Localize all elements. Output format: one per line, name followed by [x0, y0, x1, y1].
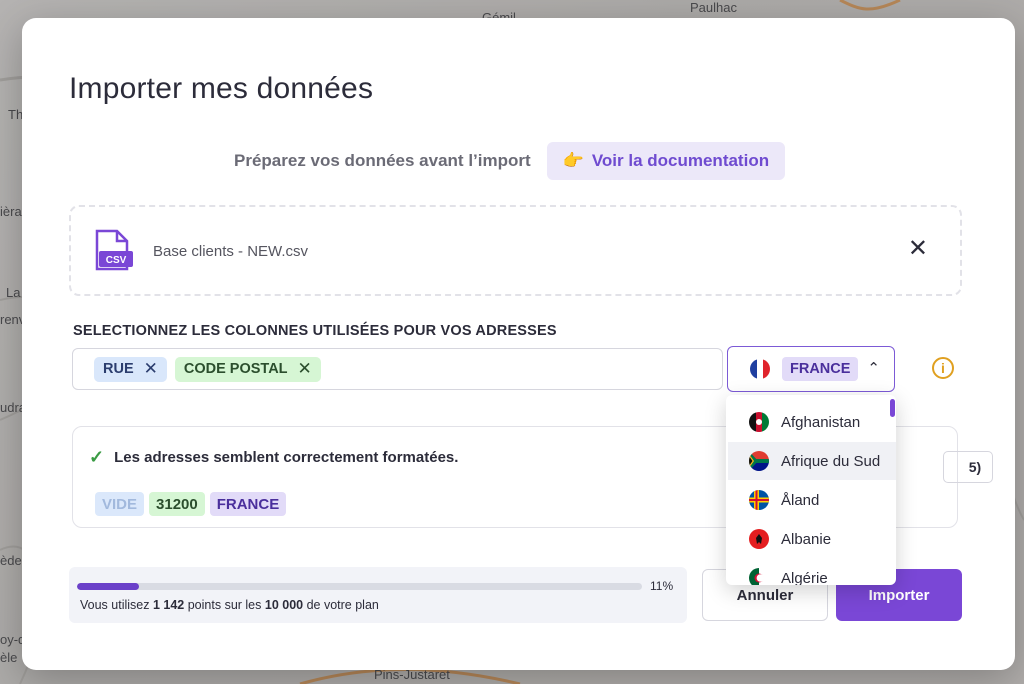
- csv-file-icon: CSV: [93, 229, 133, 278]
- remove-file-close-icon[interactable]: ✕: [908, 237, 928, 261]
- file-name: Base clients - NEW.csv: [153, 243, 309, 260]
- preparation-row: Préparez vos données avant l’import 👉 Vo…: [234, 142, 786, 180]
- info-icon[interactable]: i: [932, 357, 954, 379]
- country-option-label: Algérie: [781, 569, 828, 586]
- column-tag-code-postal: CODE POSTAL ✕: [174, 356, 321, 382]
- columns-section-label: SELECTIONNEZ LES COLONNES UTILISÉES POUR…: [73, 323, 557, 339]
- column-tag-label: RUE: [103, 361, 134, 377]
- albania-flag-icon: [749, 529, 769, 549]
- afghanistan-flag-icon: [749, 412, 769, 432]
- aland-flag-icon: [749, 490, 769, 510]
- usage-progress-bar: [77, 583, 642, 590]
- validation-message-row: ✓ Les adresses semblent correctement for…: [89, 447, 458, 468]
- usage-used-points: 1 142: [152, 598, 185, 612]
- algeria-flag-icon: [749, 568, 769, 585]
- country-option-afghanistan[interactable]: Afghanistan: [728, 403, 896, 441]
- column-tag-rue: RUE ✕: [94, 356, 167, 382]
- documentation-button[interactable]: 👉 Voir la documentation: [546, 142, 786, 180]
- preview-tag-postal-code: 31200: [149, 492, 205, 516]
- usage-text-middle: points sur les: [187, 598, 262, 612]
- checkmark-icon: ✓: [89, 447, 105, 467]
- country-option-aland[interactable]: Åland: [728, 481, 896, 519]
- usage-panel: 11% Vous utilisez 1 142 points sur les 1…: [69, 567, 687, 623]
- selected-country: FRANCE: [782, 357, 859, 381]
- country-option-label: Afghanistan: [781, 413, 861, 431]
- usage-total-points: 10 000: [264, 598, 304, 612]
- south-africa-flag-icon: [749, 451, 769, 471]
- remove-tag-close-icon[interactable]: ✕: [298, 359, 312, 379]
- usage-text-suffix: de votre plan: [306, 598, 379, 612]
- validation-message: Les adresses semblent correctement forma…: [114, 449, 459, 466]
- remove-tag-close-icon[interactable]: ✕: [144, 359, 158, 379]
- documentation-button-label: Voir la documentation: [591, 151, 770, 170]
- pointing-hand-icon: 👉: [562, 151, 584, 170]
- country-dropdown-list[interactable]: Afghanistan Afrique du Sud Åland Albanie: [726, 395, 896, 585]
- csv-icon-label: CSV: [106, 255, 127, 266]
- modal-title: Importer mes données: [69, 72, 374, 105]
- usage-text-prefix: Vous utilisez: [80, 598, 150, 612]
- usage-progress-fill: [77, 583, 140, 590]
- country-option-algerie[interactable]: Algérie: [728, 559, 896, 585]
- country-option-label: Albanie: [781, 530, 832, 548]
- france-flag-icon: [750, 359, 770, 379]
- country-option-label: Åland: [781, 491, 820, 509]
- column-tag-label: CODE POSTAL: [183, 361, 288, 377]
- chevron-up-icon: ⌃: [867, 360, 880, 377]
- preview-tag-country: FRANCE: [209, 492, 287, 516]
- usage-text: Vous utilisez 1 142 points sur les 10 00…: [80, 598, 379, 612]
- country-select[interactable]: FRANCE ⌃: [727, 346, 895, 392]
- preview-pager[interactable]: 5): [943, 451, 993, 483]
- country-option-albanie[interactable]: Albanie: [728, 520, 896, 558]
- file-dropzone[interactable]: CSV Base clients - NEW.csv ✕: [69, 205, 962, 296]
- address-columns-multiselect[interactable]: RUE ✕ CODE POSTAL ✕: [72, 348, 723, 390]
- address-preview: VIDE 31200 FRANCE: [95, 492, 291, 516]
- usage-percent: 11%: [650, 579, 674, 593]
- country-option-afrique-du-sud[interactable]: Afrique du Sud: [728, 442, 896, 480]
- preview-tag-street: VIDE: [95, 492, 145, 516]
- country-option-label: Afrique du Sud: [781, 452, 881, 470]
- prepare-text: Préparez vos données avant l’import: [234, 151, 531, 170]
